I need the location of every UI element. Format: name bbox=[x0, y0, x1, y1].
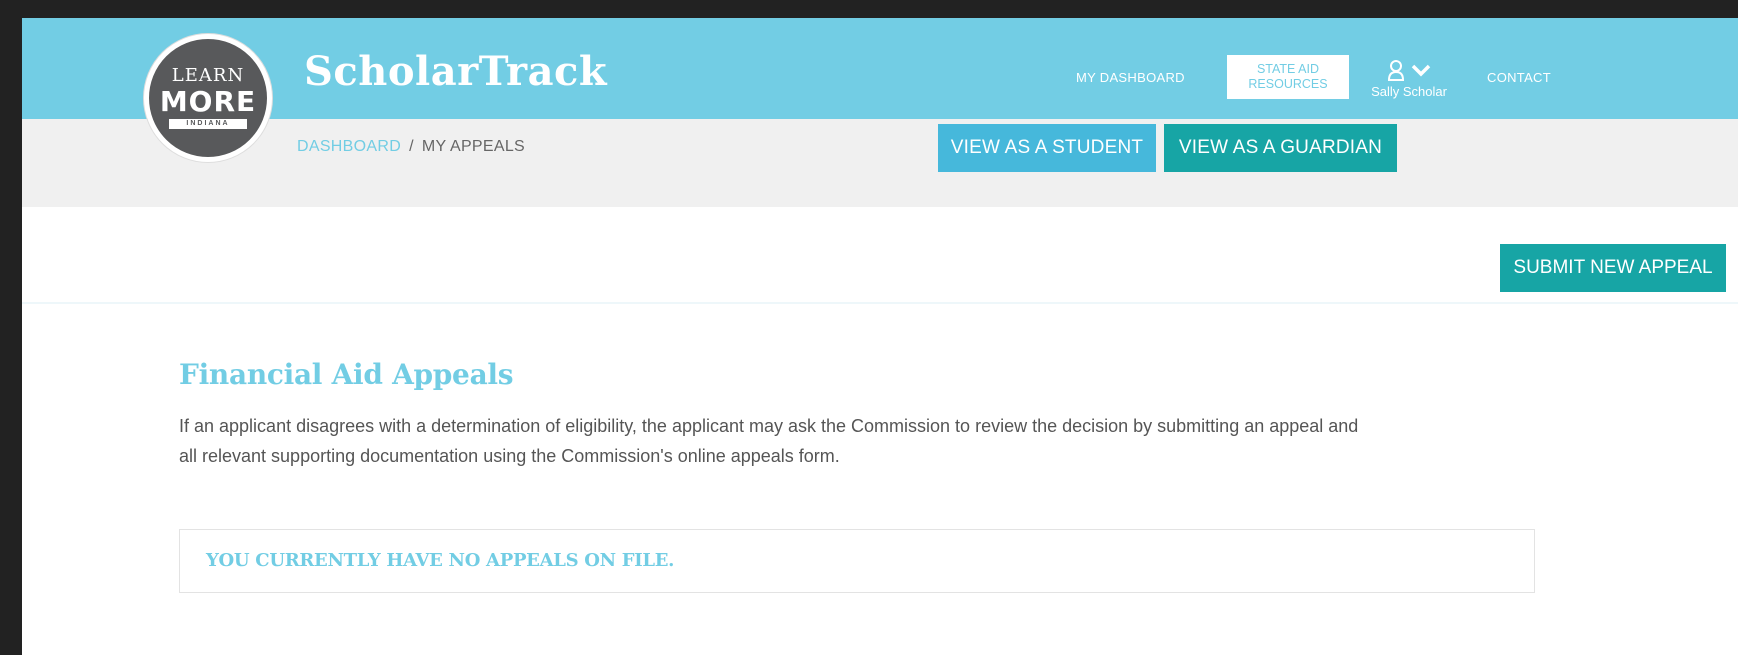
top-navigation-bar: ScholarTrack MY DASHBOARD STATE AID RESO… bbox=[22, 18, 1738, 119]
logo-text-top: LEARN bbox=[171, 65, 245, 86]
brand-title[interactable]: ScholarTrack bbox=[304, 48, 607, 95]
user-name: Sally Scholar bbox=[1371, 84, 1447, 99]
intro-paragraph: If an applicant disagrees with a determi… bbox=[179, 411, 1539, 471]
logo-text-middle: MORE bbox=[159, 85, 257, 118]
chevron-down-icon bbox=[1411, 64, 1431, 77]
nav-state-aid-line1: STATE AID bbox=[1256, 62, 1320, 76]
user-menu-icons bbox=[1364, 58, 1454, 82]
breadcrumb: DASHBOARD / MY APPEALS bbox=[297, 138, 525, 156]
nav-my-dashboard[interactable]: MY DASHBOARD bbox=[1076, 70, 1185, 85]
action-row: SUBMIT NEW APPEAL bbox=[22, 207, 1738, 304]
empty-state-message: YOU CURRENTLY HAVE NO APPEALS ON FILE. bbox=[206, 550, 675, 571]
nav-state-aid-line2: RESOURCES bbox=[1248, 77, 1328, 91]
appeals-empty-state: YOU CURRENTLY HAVE NO APPEALS ON FILE. bbox=[179, 529, 1535, 593]
nav-contact[interactable]: CONTACT bbox=[1487, 70, 1551, 85]
breadcrumb-separator: / bbox=[409, 138, 414, 155]
user-icon bbox=[1387, 60, 1405, 81]
submit-new-appeal-button[interactable]: SUBMIT NEW APPEAL bbox=[1500, 244, 1726, 292]
nav-state-aid-resources[interactable]: STATE AID RESOURCES bbox=[1227, 55, 1349, 99]
breadcrumb-current: MY APPEALS bbox=[421, 138, 526, 155]
view-as-guardian-button[interactable]: VIEW AS A GUARDIAN bbox=[1164, 124, 1397, 172]
breadcrumb-dashboard-link[interactable]: DASHBOARD bbox=[297, 138, 401, 155]
learn-more-indiana-logo[interactable]: LEARN MORE INDIANA bbox=[144, 34, 272, 162]
user-menu[interactable]: Sally Scholar bbox=[1364, 58, 1454, 102]
logo-text-band: INDIANA bbox=[169, 119, 247, 129]
sub-navigation-bar: DASHBOARD / MY APPEALS VIEW AS A STUDENT V… bbox=[22, 119, 1738, 207]
view-as-student-button[interactable]: VIEW AS A STUDENT bbox=[938, 124, 1156, 172]
intro-line-1: If an applicant disagrees with a determi… bbox=[179, 416, 1359, 436]
page-title: Financial Aid Appeals bbox=[179, 358, 514, 391]
intro-line-2: all relevant supporting documentation us… bbox=[179, 446, 840, 466]
main-content: Financial Aid Appeals If an applicant di… bbox=[179, 358, 1539, 471]
page: ScholarTrack MY DASHBOARD STATE AID RESO… bbox=[22, 18, 1738, 655]
